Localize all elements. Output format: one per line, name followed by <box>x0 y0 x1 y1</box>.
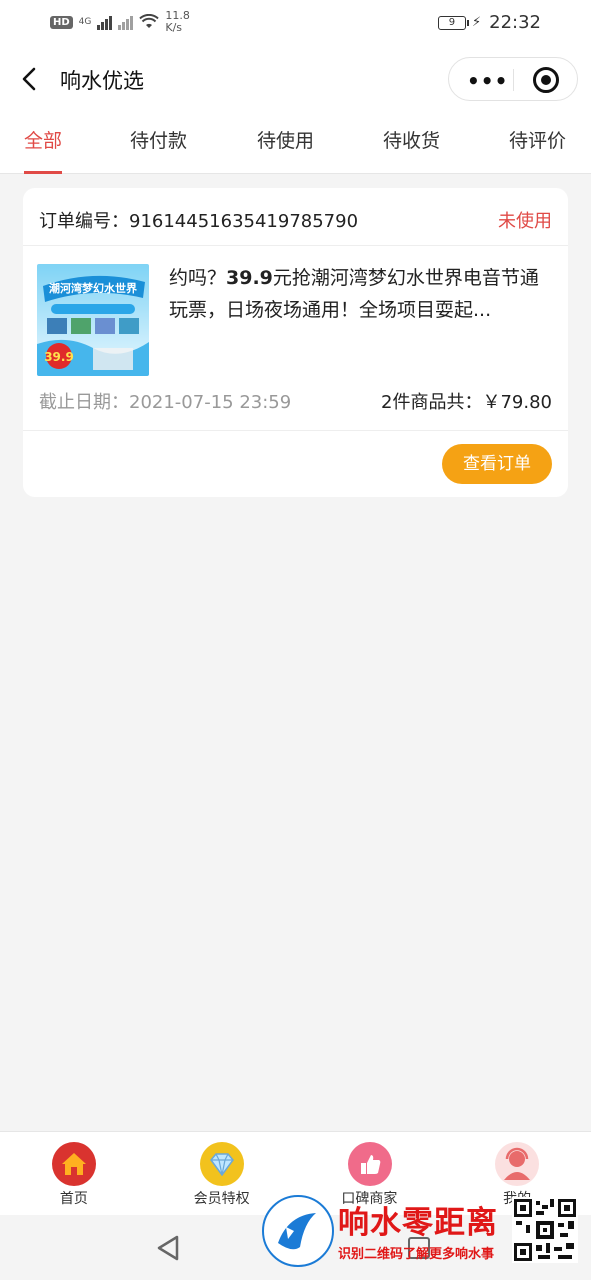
product-title-prefix: 约吗？ <box>169 267 227 289</box>
signal-icon <box>97 14 113 30</box>
order-number-label: 订单编号： <box>39 211 129 232</box>
more-icon[interactable]: ••• <box>467 69 508 93</box>
clock: 22:32 <box>489 12 541 33</box>
diamond-icon <box>199 1142 244 1186</box>
order-number-value: 91614451635419785790 <box>129 211 359 232</box>
qr-code-icon <box>512 1197 578 1263</box>
watermark: 响水零距离 识别二维码了解更多响水事 <box>262 1195 582 1273</box>
product-title[interactable]: 约吗？39.9元抢潮河湾梦幻水世界电音节通玩票，日场夜场通用！全场项目耍起... <box>169 262 554 326</box>
system-back-icon[interactable] <box>155 1233 181 1263</box>
order-card[interactable]: 订单编号：91614451635419785790 未使用 潮河湾梦幻水世界 3… <box>23 188 568 497</box>
watermark-subtitle: 识别二维码了解更多响水事 <box>338 1247 495 1262</box>
product-title-price: 39.9 <box>226 267 273 289</box>
back-arrow-icon[interactable] <box>16 64 44 94</box>
nav-label-home: 首页 <box>59 1191 88 1207</box>
order-number: 订单编号：91614451635419785790 <box>39 207 358 233</box>
deadline-value: 2021-07-15 23:59 <box>129 392 292 413</box>
watermark-logo <box>262 1195 334 1267</box>
mini-program-capsule: ••• <box>448 57 578 101</box>
product-thumbnail[interactable]: 潮河湾梦幻水世界 39.9 <box>37 264 149 376</box>
watermark-name: 响水零距离 <box>338 1205 498 1241</box>
order-card-header: 订单编号：91614451635419785790 未使用 <box>23 188 568 246</box>
status-right: 9 ⚡ 22:32 <box>437 12 541 33</box>
profile-icon <box>495 1142 540 1186</box>
signal-2-icon <box>118 14 134 30</box>
network-label: 4G <box>78 17 92 27</box>
order-total: 2件商品共：￥79.80 <box>381 388 552 414</box>
thumbs-up-icon <box>347 1142 392 1186</box>
tab-pending-use[interactable]: 待使用 <box>257 110 314 174</box>
tab-pending-review[interactable]: 待评价 <box>509 110 566 174</box>
thumb-title: 潮河湾梦幻水世界 <box>49 281 137 295</box>
page-title: 响水优选 <box>60 69 144 93</box>
capsule-divider <box>513 69 514 91</box>
deadline: 截止日期：2021-07-15 23:59 <box>39 388 291 414</box>
thumb-price: 39.9 <box>44 350 74 364</box>
wifi-icon <box>139 14 160 28</box>
speed-unit: K/s <box>165 21 183 34</box>
nav-item-home[interactable]: 首页 <box>0 1132 148 1216</box>
tab-all[interactable]: 全部 <box>24 110 63 174</box>
nav-bar: 响水优选 ••• <box>0 48 591 110</box>
total-value: ￥79.80 <box>482 392 552 413</box>
tab-pending-payment[interactable]: 待付款 <box>130 110 187 174</box>
home-icon <box>52 1142 96 1186</box>
hd-badge: HD <box>50 15 73 29</box>
deadline-label: 截止日期： <box>39 392 129 413</box>
view-order-button[interactable]: 查看订单 <box>442 444 552 484</box>
card-divider <box>23 430 568 431</box>
product-image: 潮河湾梦幻水世界 39.9 <box>37 264 149 376</box>
status-left: HD 4G 11.8 K/s <box>50 10 190 34</box>
tab-pending-receipt[interactable]: 待收货 <box>383 110 440 174</box>
total-label: 2件商品共： <box>381 392 483 413</box>
battery-icon: 9 <box>437 15 469 30</box>
order-status: 未使用 <box>498 211 552 232</box>
charging-icon: ⚡ <box>471 15 482 30</box>
close-target-icon[interactable] <box>533 67 559 93</box>
network-speed: 11.8 K/s <box>165 10 190 34</box>
order-tabs: 全部 待付款 待使用 待收货 待评价 <box>0 110 591 174</box>
status-bar: HD 4G 11.8 K/s 9 ⚡ 22:32 <box>0 0 591 48</box>
